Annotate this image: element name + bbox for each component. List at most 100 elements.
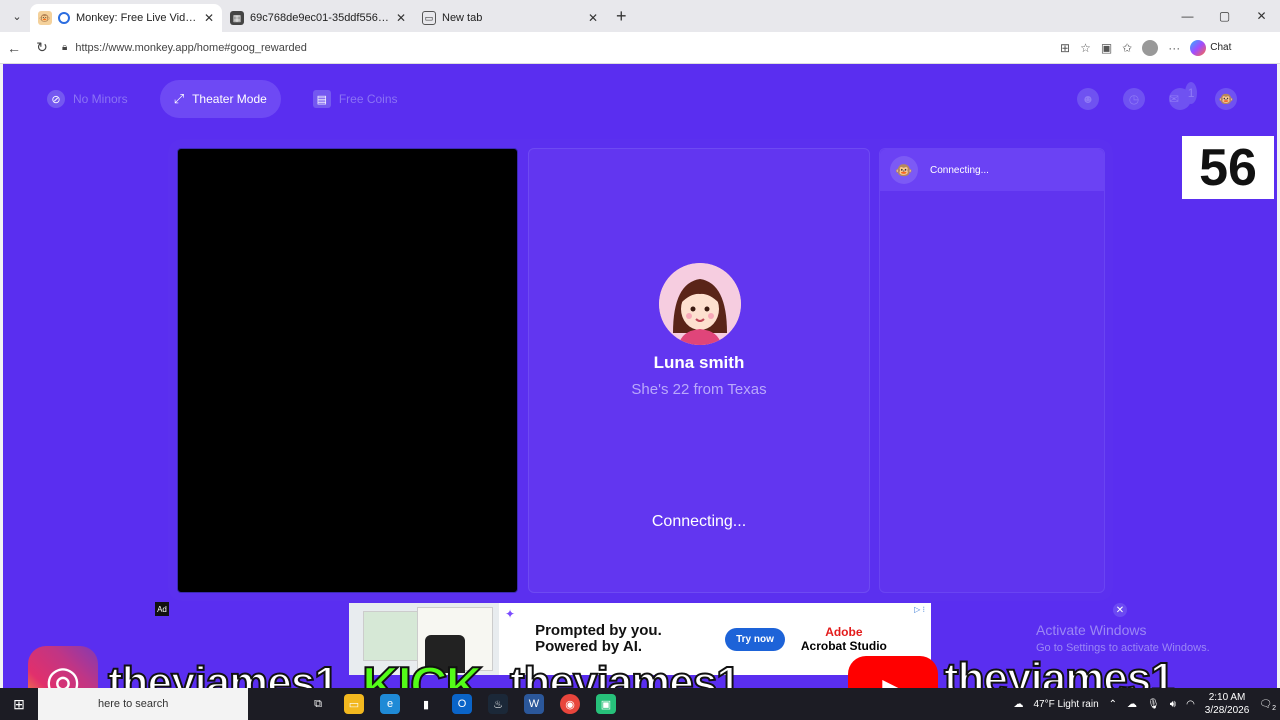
coins-icon: ▤ [312,90,331,108]
back-icon[interactable]: ← [0,40,28,56]
peer-avatar [659,263,741,345]
expand-icon: ⤢ [173,91,185,106]
profile-monkey-icon[interactable]: 🐵 [1215,88,1237,110]
stream-counter: 56 [1182,136,1274,199]
tab-actions-menu-icon[interactable]: ⌄ [4,3,30,29]
adobe-wordmark: Adobe [825,625,863,639]
weather-text[interactable]: 47°F Light rain [1034,699,1099,710]
url-text: https://www.monkey.app/home#goog_rewarde… [75,41,307,54]
girl-avatar-icon [659,263,741,345]
activate-subtitle: Go to Settings to activate Windows. [1036,642,1210,654]
ad-person-image [425,635,465,673]
app-icon[interactable]: ▣ [596,694,616,714]
mic-icon[interactable]: 🎙︎ [1147,699,1160,710]
tab-file[interactable]: ▦ 69c768de9ec01-35ddf5566c274f5c ✕ [222,4,414,32]
split-screen-icon[interactable]: ▣ [1101,41,1112,55]
time: 2:10 AM [1208,692,1246,703]
no-minors-button[interactable]: ⊘ No Minors [33,80,142,118]
tab-label: Monkey: Free Live Video Chat [76,12,198,24]
header-actions: ☻ ◷ ✉ 1 🐵 [1077,82,1237,110]
file-explorer-icon[interactable]: ▭ [344,694,364,714]
task-view-icon[interactable]: ⧉ [308,694,328,714]
film-icon: ▦ [230,11,244,25]
ad-label: Ad [155,602,169,616]
free-coins-label: Free Coins [338,92,398,106]
chat-status: Connecting... [930,164,989,176]
favorites-icon[interactable]: ✩ [1122,41,1132,55]
friends-icon[interactable]: ☻ [1077,88,1099,110]
chevron-up-icon[interactable]: ⌃ [1109,699,1117,710]
history-clock-icon[interactable]: ◷ [1123,88,1145,110]
clock[interactable]: 2:10 AM 3/28/2026 [1205,691,1250,717]
close-tab-icon[interactable]: ✕ [204,11,214,25]
peer-name: Luna smith [653,353,745,372]
chat-header: 🐵 Connecting... [880,149,1104,191]
notification-count: 2 [1272,704,1276,712]
ad-headline: Prompted by you. Powered by AI. [535,622,662,655]
url-field[interactable]: 🔒︎ https://www.monkey.app/home#goog_rewa… [62,42,1052,54]
taskbar-search[interactable]: here to search [38,688,248,720]
address-bar: ← ↻ 🔒︎ https://www.monkey.app/home#goog_… [0,32,1280,64]
monkey-favicon-icon: 🐵 [38,11,52,25]
profile-avatar-icon[interactable] [1142,39,1159,56]
no-minors-icon: ⊘ [47,90,65,108]
steam-icon[interactable]: ♨ [488,694,508,714]
close-tab-icon[interactable]: ✕ [396,11,406,25]
minimize-icon[interactable]: — [1169,0,1206,32]
sparkle-icon: ✦ [505,607,516,621]
windows-start-icon[interactable]: ⊞ [0,696,38,713]
wifi-icon[interactable]: ◠ [1186,699,1195,710]
messages-icon[interactable]: ✉ 1 [1169,82,1197,110]
tab-new[interactable]: ▭ New tab ✕ [414,4,606,32]
browser-toolbar: ⊞ ☆ ▣ ✩ ··· Chat [1060,39,1232,56]
activate-title: Activate Windows [1036,622,1147,638]
recording-icon [58,12,70,24]
word-icon[interactable]: W [524,694,544,714]
reload-icon[interactable]: ↻ [28,39,56,56]
no-minors-label: No Minors [73,92,128,106]
favorite-star-icon[interactable]: ☆ [1080,41,1091,55]
chat-label: Chat [1210,42,1232,53]
site-info-icon[interactable]: 🔒︎ [62,42,67,53]
tab-monkey[interactable]: 🐵 Monkey: Free Live Video Chat ✕ [30,4,222,32]
more-menu-icon[interactable]: ··· [1168,41,1180,55]
new-tab-page-icon: ▭ [422,11,436,25]
ad-try-now-button[interactable]: Try now [725,627,785,651]
onedrive-icon[interactable]: ☁ [1127,699,1137,710]
chrome-icon[interactable]: ◉ [560,694,580,714]
weather-icon[interactable]: ☁ [1014,699,1024,710]
top-navigation: ⊘ No Minors ⤢ Theater Mode ▤ Free Coins [33,80,412,118]
search-text: here to search [98,698,169,710]
chat-panel: 🐵 Connecting... [879,148,1105,593]
store-icon[interactable]: ▮ [416,694,436,714]
close-tab-icon[interactable]: ✕ [588,11,598,25]
notifications-icon[interactable]: 🗨︎ 2 [1259,699,1276,712]
copilot-chat-button[interactable]: Chat [1190,39,1232,56]
maximize-icon[interactable]: ▢ [1206,0,1243,32]
close-window-icon[interactable]: ✕ [1243,0,1280,32]
windows-taskbar: ⊞ here to search ⧉ ▭ e ▮ O ♨ W ◉ ▣ ☁ 47°… [0,688,1280,720]
connection-status: Connecting... [651,513,747,530]
system-tray: ☁ 47°F Light rain ⌃ ☁ 🎙︎ 🔊︎ ◠ 2:10 AM 3/… [1014,688,1277,720]
free-coins-button[interactable]: ▤ Free Coins [299,80,412,118]
apps-icon[interactable]: ⊞ [1060,41,1070,55]
copilot-icon [1190,39,1207,56]
date: 3/28/2026 [1204,705,1250,716]
ad-banner[interactable]: ✦ Prompted by you. Powered by AI. Try no… [349,603,931,675]
browser-tab-bar: ⌄ 🐵 Monkey: Free Live Video Chat ✕ ▦ 69c… [0,0,1280,32]
theater-mode-label: Theater Mode [192,92,267,106]
message-badge: 1 [1185,82,1197,104]
ad-brand: Adobe Acrobat Studio [801,625,887,653]
peer-video: Luna smith She's 22 from Texas Connectin… [528,148,870,593]
ad-choices-icon[interactable]: ▷ ⁝ [914,605,925,614]
volume-icon[interactable]: 🔊︎ [1170,699,1176,710]
tab-label: 69c768de9ec01-35ddf5566c274f5c [250,12,390,24]
new-tab-button[interactable]: + [616,6,627,27]
activate-windows-watermark: Activate Windows Go to Settings to activ… [1036,622,1210,654]
ad-image [349,603,499,675]
outlook-icon[interactable]: O [452,694,472,714]
edge-icon[interactable]: e [380,694,400,714]
theater-mode-button[interactable]: ⤢ Theater Mode [159,80,281,118]
window-controls: — ▢ ✕ [1169,0,1280,32]
close-ad-icon[interactable]: ✕ [1113,603,1127,617]
